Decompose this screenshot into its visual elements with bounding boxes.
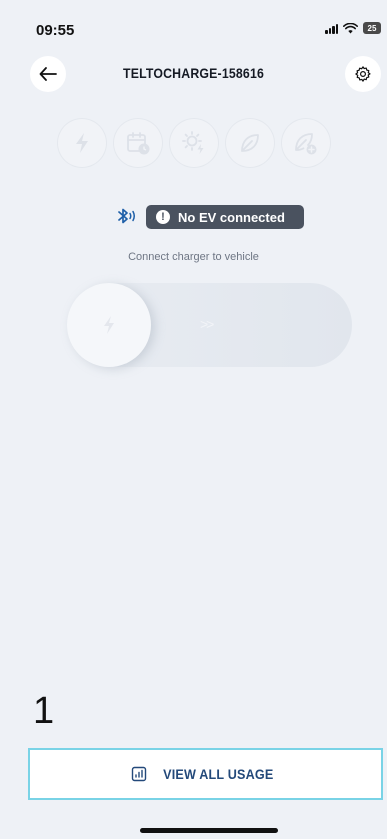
status-icons: 25	[325, 22, 381, 34]
battery-icon: 25	[363, 22, 381, 34]
bar-chart-icon	[132, 766, 147, 782]
status-bar: 09:55 25	[0, 0, 387, 46]
bolt-icon	[104, 316, 114, 334]
mode-button-solar[interactable]	[169, 118, 219, 168]
wifi-icon	[343, 22, 358, 33]
page-title: TELTOCHARGE-158616	[122, 65, 265, 81]
view-all-usage-label: VIEW ALL USAGE	[163, 766, 274, 782]
status-time: 09:55	[36, 22, 75, 39]
leaf-icon	[241, 134, 259, 152]
chevrons-right-icon: >>	[200, 316, 214, 332]
signal-icon	[325, 23, 338, 34]
start-charging-slider[interactable]: >>	[67, 283, 352, 367]
index-marker: 1	[33, 690, 55, 732]
home-indicator[interactable]	[140, 828, 278, 833]
mode-button-eco-add[interactable]	[281, 118, 331, 168]
connection-hint: Connect charger to vehicle	[128, 251, 259, 263]
sun-bolt-icon	[182, 131, 204, 154]
view-all-usage-button[interactable]: VIEW ALL USAGE	[28, 748, 383, 800]
settings-button[interactable]	[345, 56, 381, 92]
alert-icon: !	[156, 210, 170, 224]
mode-button-schedule[interactable]	[113, 118, 163, 168]
gear-icon	[355, 66, 371, 82]
mode-button-eco[interactable]	[225, 118, 275, 168]
status-badge: ! No EV connected	[146, 205, 304, 229]
slider-knob[interactable]	[67, 283, 151, 367]
charging-mode-row	[57, 118, 331, 168]
bolt-icon	[76, 133, 88, 153]
bluetooth-connected-icon	[118, 208, 135, 224]
schedule-icon	[127, 132, 150, 155]
leaf-add-icon	[295, 133, 317, 155]
mode-button-charge[interactable]	[57, 118, 107, 168]
status-badge-text: No EV connected	[178, 209, 285, 225]
